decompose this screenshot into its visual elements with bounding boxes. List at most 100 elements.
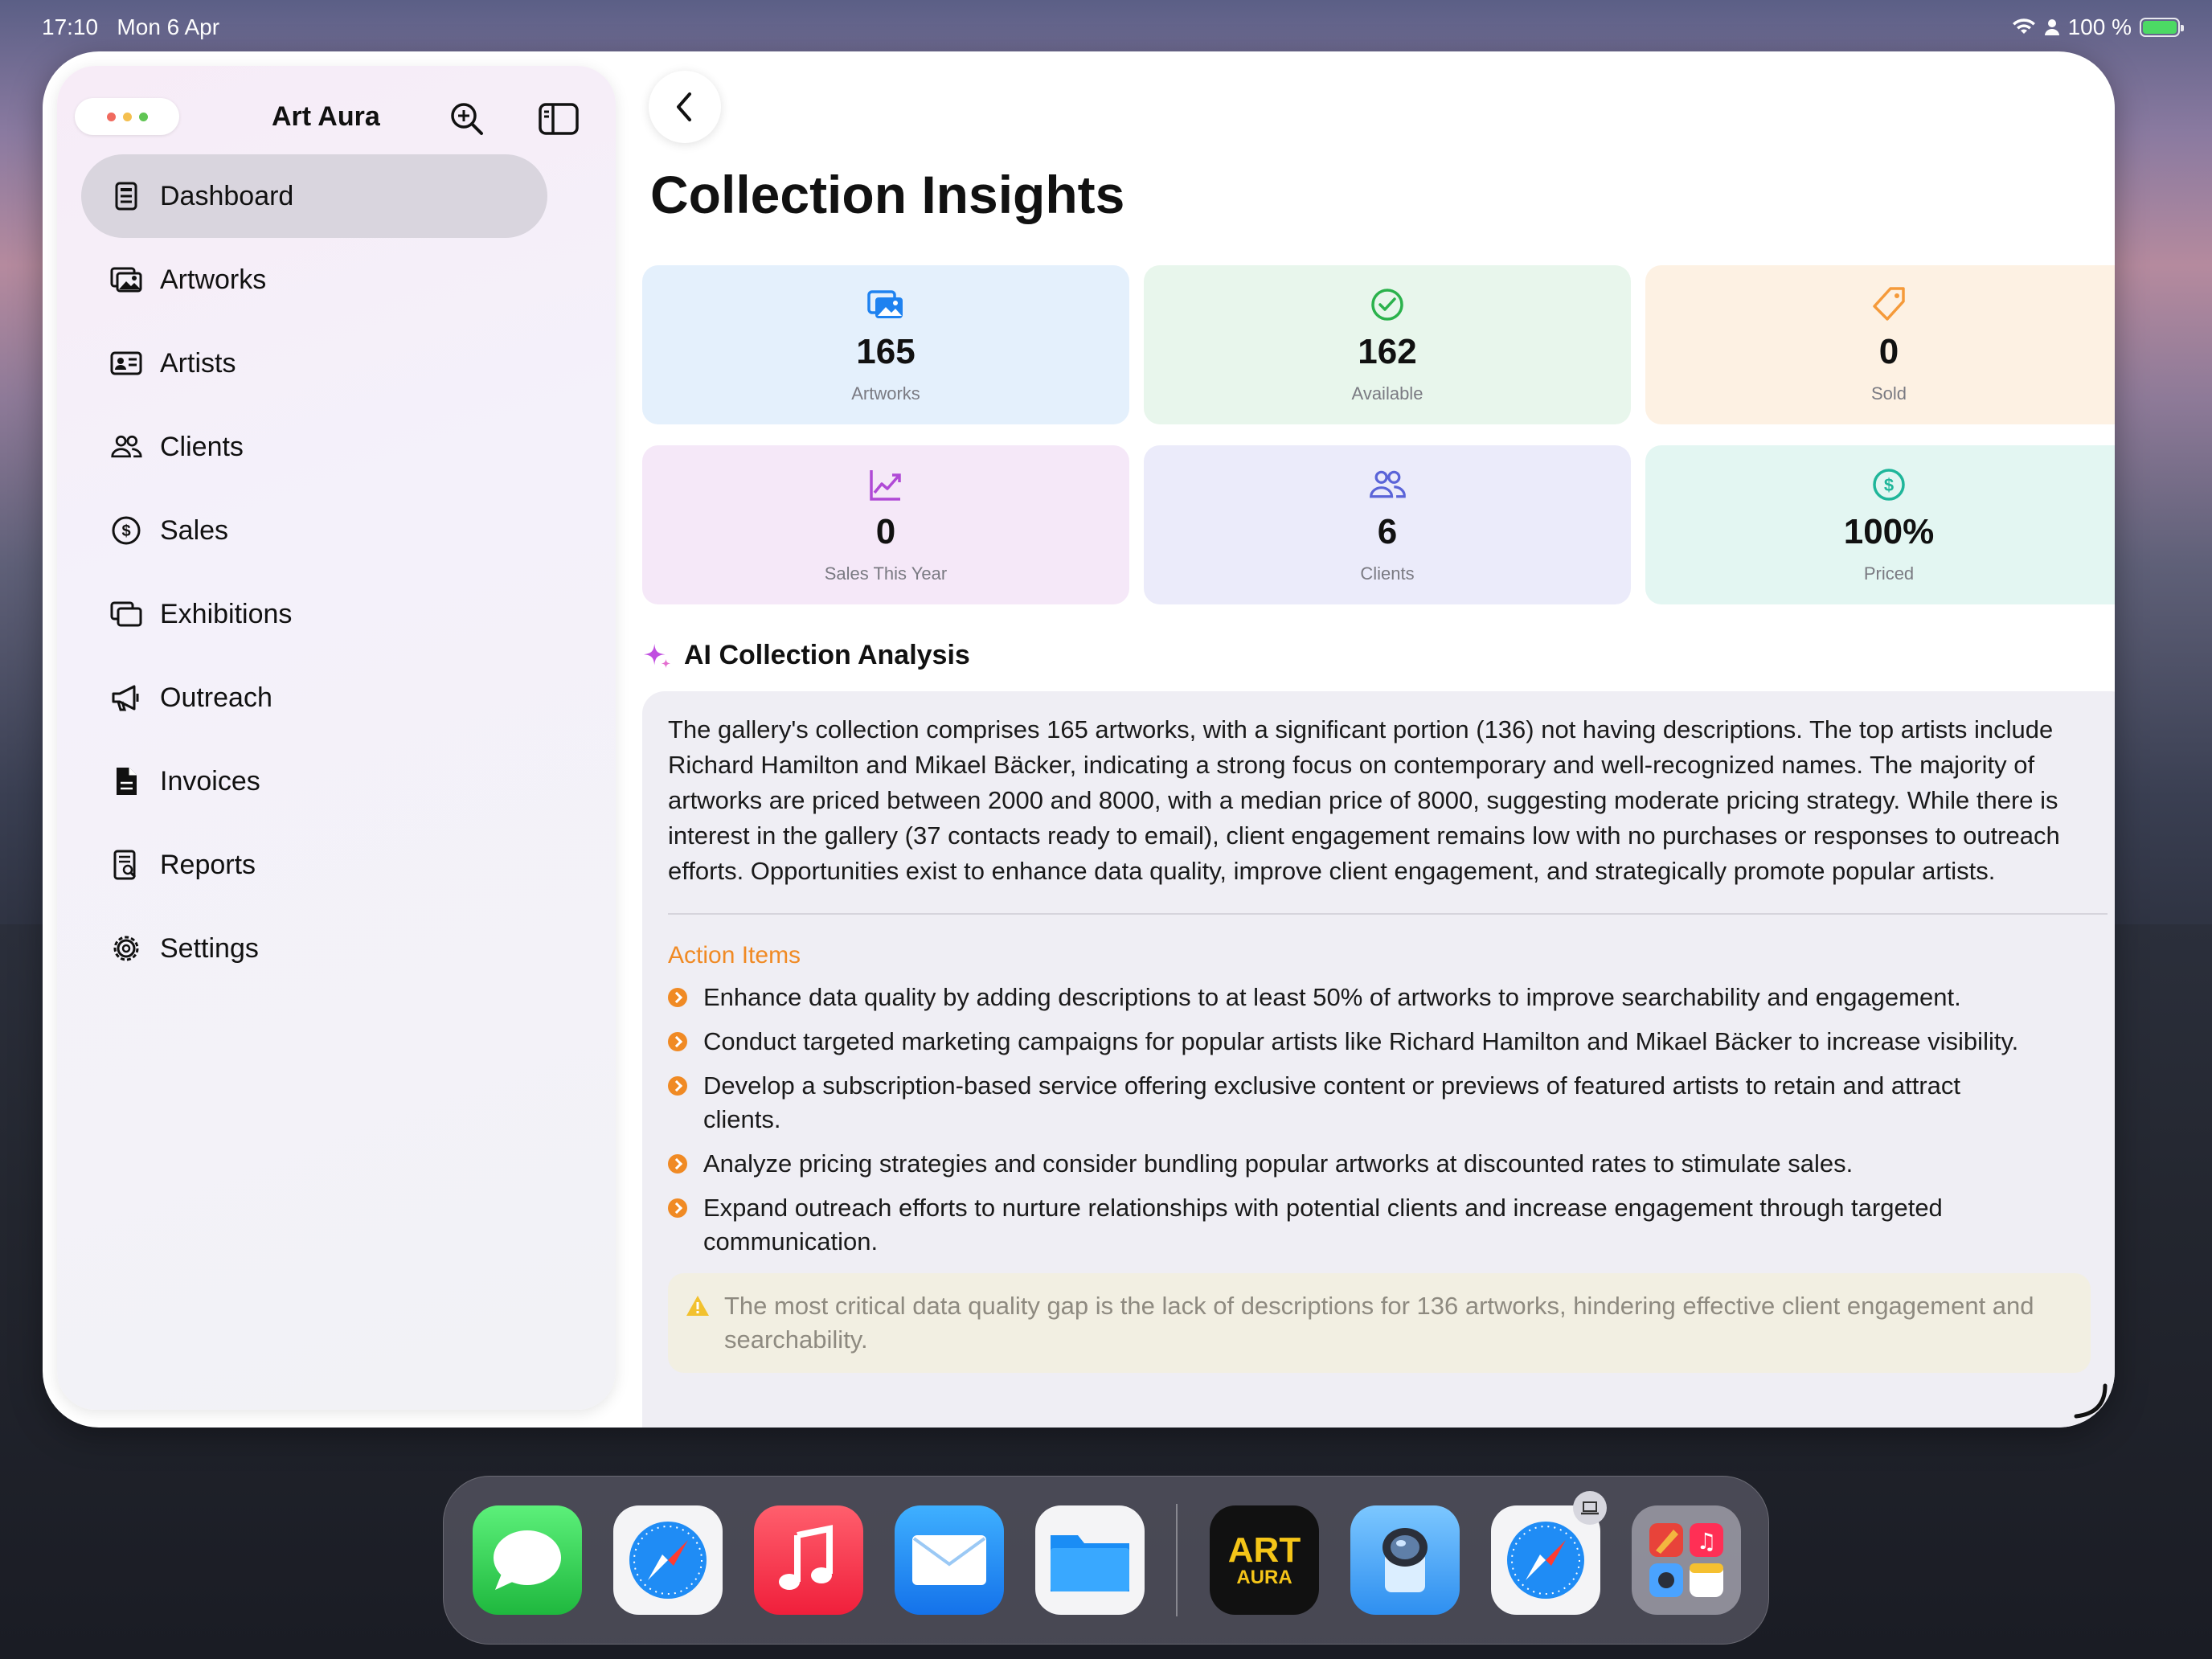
app-folder-icon: ♫ bbox=[1649, 1523, 1723, 1597]
zoom-dot[interactable] bbox=[138, 112, 148, 121]
window-controls[interactable] bbox=[75, 98, 179, 135]
stat-value: 6 bbox=[1377, 512, 1398, 551]
warning-callout: The most critical data quality gap is th… bbox=[668, 1273, 2091, 1373]
status-date: Mon 6 Apr bbox=[117, 14, 220, 39]
app-title: Art Aura bbox=[272, 101, 380, 132]
dock-safari-2[interactable] bbox=[1491, 1491, 1607, 1615]
sidebar-item-label: Invoices bbox=[160, 765, 260, 797]
sidebar-item-label: Reports bbox=[160, 849, 256, 880]
sidebar-item-label: Dashboard bbox=[160, 180, 294, 211]
stat-card-priced[interactable]: $ 100% Priced bbox=[1645, 445, 2115, 604]
dollar-circle-icon: $ bbox=[1873, 469, 1905, 501]
arrow-circle-icon bbox=[668, 988, 687, 1007]
dock-music[interactable] bbox=[754, 1505, 863, 1615]
sidebar-item-label: Settings bbox=[160, 932, 259, 964]
toggle-sidebar-button[interactable] bbox=[536, 96, 581, 141]
status-time: 17:10 bbox=[42, 14, 99, 39]
sidebar-item-label: Exhibitions bbox=[160, 598, 293, 629]
art-aura-logo: ART AURA bbox=[1227, 1530, 1301, 1588]
stat-label: Priced bbox=[1863, 563, 1915, 584]
envelope-icon bbox=[912, 1535, 986, 1585]
sparkles-icon bbox=[643, 643, 671, 668]
megaphone-icon bbox=[112, 685, 139, 711]
compass-icon bbox=[629, 1522, 707, 1599]
stat-value: 0 bbox=[875, 512, 896, 551]
dock-app-folder[interactable]: ♫ bbox=[1632, 1505, 1741, 1615]
dock-mail[interactable] bbox=[895, 1505, 1004, 1615]
sidebar-item-dashboard[interactable]: Dashboard bbox=[81, 154, 547, 238]
stat-label: Artworks bbox=[851, 383, 920, 403]
list-item: Conduct targeted marketing campaigns for… bbox=[668, 1025, 2108, 1059]
resize-handle-icon[interactable] bbox=[2070, 1381, 2110, 1421]
svg-text:$: $ bbox=[1884, 475, 1894, 495]
sidebar-item-outreach[interactable]: Outreach bbox=[81, 656, 547, 739]
dock-separator bbox=[1176, 1504, 1178, 1616]
sidebar-item-artworks[interactable]: Artworks bbox=[81, 238, 547, 322]
sidebar: Art Aura Dashboard Artworks Artists Clie… bbox=[57, 66, 616, 1410]
ai-analysis-heading: AI Collection Analysis bbox=[642, 640, 970, 671]
laptop-badge bbox=[1573, 1491, 1607, 1525]
stat-card-artworks[interactable]: 165 Artworks bbox=[642, 265, 1129, 424]
stat-card-sold[interactable]: 0 Sold bbox=[1645, 265, 2115, 424]
person-card-icon bbox=[110, 351, 142, 375]
dollar-circle-icon: $ bbox=[112, 516, 141, 545]
ai-heading-text: AI Collection Analysis bbox=[684, 640, 970, 670]
arrow-circle-icon bbox=[668, 1032, 687, 1051]
sidebar-item-settings[interactable]: Settings bbox=[81, 907, 547, 990]
stat-value: 100% bbox=[1843, 512, 1935, 551]
minimize-dot[interactable] bbox=[122, 112, 132, 121]
chevron-left-icon bbox=[677, 92, 691, 121]
list-item: Analyze pricing strategies and consider … bbox=[668, 1147, 2108, 1181]
dock-preview[interactable] bbox=[1350, 1505, 1460, 1615]
warning-triangle-icon bbox=[686, 1296, 709, 1316]
arrow-circle-icon bbox=[668, 1076, 687, 1096]
dock-art-aura[interactable]: ART AURA bbox=[1210, 1505, 1319, 1615]
search-zoom-button[interactable] bbox=[444, 96, 490, 141]
list-item: Enhance data quality by adding descripti… bbox=[668, 981, 2108, 1014]
dock-files[interactable] bbox=[1035, 1505, 1145, 1615]
back-button[interactable] bbox=[649, 71, 721, 143]
stat-value: 162 bbox=[1358, 332, 1417, 371]
sidebar-item-label: Clients bbox=[160, 431, 244, 462]
close-dot[interactable] bbox=[106, 112, 116, 121]
svg-text:$: $ bbox=[121, 522, 130, 540]
sidebar-nav: Dashboard Artworks Artists Clients $ Sal… bbox=[81, 154, 547, 990]
sidebar-icon bbox=[539, 103, 579, 135]
people-icon bbox=[111, 435, 142, 458]
svg-text:♫: ♫ bbox=[1696, 1528, 1716, 1555]
gear-icon bbox=[113, 936, 139, 961]
dock-messages[interactable] bbox=[473, 1505, 582, 1615]
sidebar-item-reports[interactable]: Reports bbox=[81, 823, 547, 907]
rectangles-icon bbox=[110, 601, 142, 627]
divider bbox=[668, 913, 2108, 915]
message-bubble-icon bbox=[494, 1530, 561, 1590]
report-search-icon bbox=[113, 850, 137, 880]
warning-text: The most critical data quality gap is th… bbox=[724, 1292, 2034, 1354]
stat-card-available[interactable]: 162 Available bbox=[1144, 265, 1631, 424]
chart-up-icon bbox=[870, 470, 901, 501]
stat-label: Sales This Year bbox=[824, 563, 948, 584]
photos-icon bbox=[867, 290, 903, 318]
sidebar-item-artists[interactable]: Artists bbox=[81, 322, 547, 405]
checkmark-circle-icon bbox=[1371, 289, 1403, 321]
dock-safari[interactable] bbox=[613, 1505, 723, 1615]
stat-card-sales-this-year[interactable]: 0 Sales This Year bbox=[642, 445, 1129, 604]
app-window: Art Aura Dashboard Artworks Artists Clie… bbox=[43, 51, 2115, 1428]
dashboard-icon bbox=[115, 182, 137, 211]
music-note-icon bbox=[779, 1525, 833, 1590]
list-item: Develop a subscription-based service off… bbox=[668, 1069, 2108, 1137]
ai-analysis-card: The gallery's collection comprises 165 a… bbox=[642, 691, 2115, 1428]
sidebar-item-sales[interactable]: $ Sales bbox=[81, 489, 547, 572]
sidebar-item-label: Outreach bbox=[160, 682, 272, 713]
battery-percent: 100 % bbox=[2067, 14, 2132, 39]
stat-card-clients[interactable]: 6 Clients bbox=[1144, 445, 1631, 604]
folder-icon bbox=[1051, 1535, 1129, 1591]
sidebar-item-exhibitions[interactable]: Exhibitions bbox=[81, 572, 547, 656]
action-items-title: Action Items bbox=[668, 942, 801, 969]
action-items-list: Enhance data quality by adding descripti… bbox=[668, 981, 2108, 1259]
photos-icon bbox=[110, 267, 142, 293]
sidebar-item-invoices[interactable]: Invoices bbox=[81, 739, 547, 823]
ai-summary: The gallery's collection comprises 165 a… bbox=[668, 715, 2060, 885]
sidebar-item-clients[interactable]: Clients bbox=[81, 405, 547, 489]
arrow-circle-icon bbox=[668, 1198, 687, 1218]
